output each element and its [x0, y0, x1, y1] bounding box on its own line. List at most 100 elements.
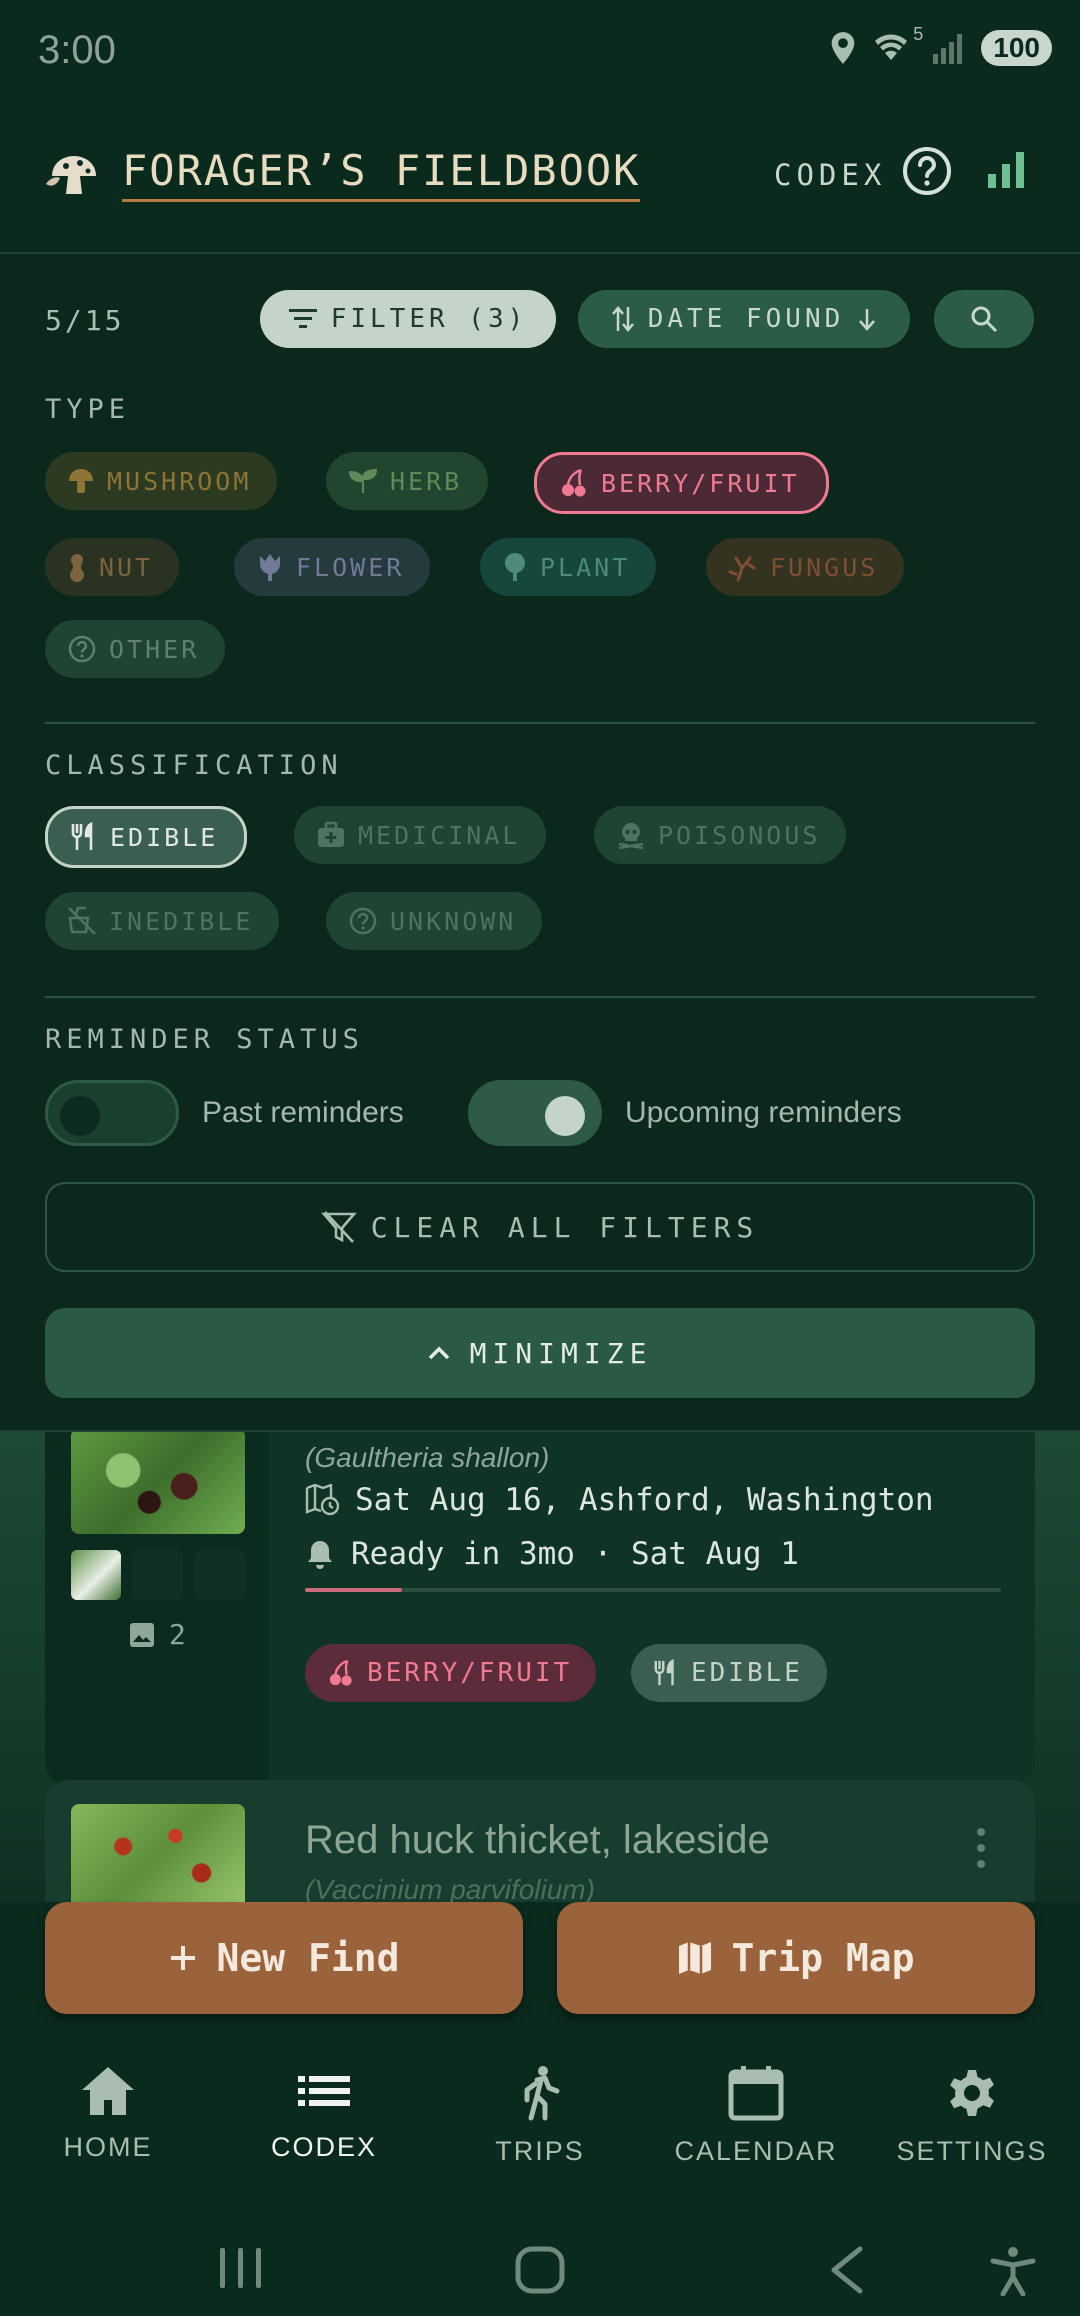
search-icon [971, 306, 998, 333]
nav-settings[interactable]: SETTINGS [864, 2064, 1080, 2167]
filter-off-icon [320, 1211, 357, 1243]
home-button-icon[interactable] [514, 2246, 566, 2298]
type-chip-other[interactable]: OTHER [45, 620, 226, 678]
help-circle-icon [68, 635, 96, 663]
find-photo-thumb [195, 1550, 245, 1600]
classification-chip-inedible[interactable]: INEDIBLE [45, 892, 280, 950]
filter-button-label: FILTER (3) [330, 304, 528, 334]
type-chip-nut[interactable]: NUT [45, 538, 180, 596]
chip-label: NUT [99, 552, 154, 582]
chip-label: EDIBLE [110, 822, 219, 852]
type-chip-flower[interactable]: FLOWER [234, 538, 431, 596]
help-circle-icon [349, 907, 377, 935]
type-chip-fungus[interactable]: FUNGUS [706, 538, 905, 596]
more-vert-icon[interactable] [973, 1826, 989, 1870]
type-chip-plant[interactable]: PLANT [480, 538, 657, 596]
app-bar: FORAGER’S FIELDBOOK CODEX [0, 104, 1080, 254]
home-icon [82, 2067, 134, 2115]
calendar-icon [728, 2066, 784, 2121]
cherries-icon [329, 1659, 352, 1686]
past-reminders-toggle[interactable] [45, 1080, 179, 1146]
section-divider [45, 722, 1035, 724]
trip-map-label: Trip Map [731, 1936, 915, 1980]
new-find-button[interactable]: New Find [45, 1902, 523, 2014]
filter-button[interactable]: FILTER (3) [260, 290, 556, 348]
accessibility-icon[interactable] [988, 2246, 1038, 2300]
past-reminders-label: Past reminders [202, 1096, 404, 1129]
reminder-section-label: REMINDER STATUS [45, 1024, 364, 1055]
stats-icon[interactable] [986, 150, 1026, 190]
filter-panel: 5/15 FILTER (3) DATE FOUND TYPE MUSHROOM… [0, 256, 1080, 1432]
sort-arrows-icon [611, 306, 634, 332]
minimize-label: MINIMIZE [469, 1336, 653, 1370]
cherries-icon [562, 468, 586, 497]
chip-label: INEDIBLE [109, 906, 254, 936]
tag-label: EDIBLE [691, 1658, 803, 1688]
chip-label: BERRY/FRUIT [601, 468, 800, 498]
wifi-badge: 5 [913, 24, 924, 44]
skull-icon [618, 823, 644, 850]
type-chip-herb[interactable]: HERB [326, 452, 489, 510]
find-tag-berry-fruit: BERRY/FRUIT [305, 1644, 597, 1702]
type-section-label: TYPE [45, 394, 131, 425]
classification-section-label: CLASSIFICATION [45, 750, 343, 781]
nav-label: TRIPS [495, 2136, 585, 2166]
upcoming-reminders-toggle[interactable] [468, 1080, 602, 1146]
plus-icon [171, 1946, 196, 1970]
new-find-label: New Find [216, 1936, 400, 1980]
find-photo-thumb[interactable] [71, 1550, 121, 1600]
search-button[interactable] [934, 290, 1034, 348]
app-title: FORAGER’S FIELDBOOK [122, 146, 641, 202]
chip-label: PLANT [540, 552, 631, 582]
recents-icon[interactable] [216, 2246, 266, 2294]
type-chip-berry-fruit[interactable]: BERRY/FRUIT [534, 452, 829, 514]
find-date-location: Sat Aug 16, Ashford, Washington [355, 1482, 934, 1518]
wifi-icon: 5 [871, 24, 923, 66]
chip-label: HERB [390, 466, 463, 496]
view-label[interactable]: CODEX [774, 158, 886, 192]
find-card[interactable]: 2 (Gaultheria shallon) Sat Aug 16, Ashfo… [45, 1432, 1035, 1786]
nav-label: CALENDAR [674, 2136, 838, 2166]
chevron-up-icon [428, 1346, 449, 1360]
trip-map-button[interactable]: Trip Map [557, 1902, 1035, 2014]
find-card[interactable]: Red huck thicket, lakeside (Vaccinium pa… [45, 1780, 1035, 1902]
classification-chip-poisonous[interactable]: POISONOUS [594, 806, 847, 864]
nav-home[interactable]: HOME [0, 2064, 216, 2163]
finds-list[interactable]: 2 (Gaultheria shallon) Sat Aug 16, Ashfo… [0, 1432, 1080, 1902]
results-counter: 5/15 [45, 304, 125, 337]
nav-label: SETTINGS [896, 2136, 1048, 2166]
chip-label: MUSHROOM [107, 466, 252, 496]
list-icon [298, 2076, 350, 2106]
sort-button[interactable]: DATE FOUND [578, 290, 910, 348]
medkit-icon [318, 821, 344, 847]
find-photo[interactable] [71, 1804, 245, 1902]
help-icon[interactable] [902, 146, 952, 196]
find-photos: 2 [45, 1432, 269, 1786]
type-chip-mushroom[interactable]: MUSHROOM [45, 452, 278, 510]
nav-trips[interactable]: TRIPS [432, 2064, 648, 2167]
minimize-button[interactable]: MINIMIZE [45, 1308, 1035, 1398]
toggle-knob [60, 1096, 100, 1136]
image-icon [130, 1622, 154, 1647]
back-icon[interactable] [826, 2246, 866, 2298]
peanut-icon [70, 554, 84, 582]
find-photo[interactable] [71, 1432, 245, 1534]
find-tag-edible: EDIBLE [631, 1644, 827, 1702]
classification-chip-edible[interactable]: EDIBLE [45, 806, 248, 868]
clear-all-filters-button[interactable]: CLEAR ALL FILTERS [45, 1182, 1035, 1272]
status-icons: 5 100 [829, 24, 1052, 66]
nav-codex[interactable]: CODEX [216, 2064, 432, 2163]
filter-lines-icon [288, 309, 317, 328]
classification-chip-medicinal[interactable]: MEDICINAL [294, 806, 547, 864]
mushroom-icon [69, 469, 93, 493]
nav-calendar[interactable]: CALENDAR [648, 2064, 864, 2167]
find-reminder: Ready in 3mo · Sat Aug 1 [305, 1536, 799, 1572]
clear-all-filters-label: CLEAR ALL FILTERS [370, 1210, 760, 1244]
section-divider [45, 996, 1035, 998]
photo-count: 2 [129, 1618, 186, 1651]
chip-label: POISONOUS [658, 820, 821, 850]
upcoming-reminders-label: Upcoming reminders [625, 1096, 902, 1129]
classification-chip-unknown[interactable]: UNKNOWN [326, 892, 543, 950]
gear-icon [950, 2070, 994, 2116]
find-name: Red huck thicket, lakeside [305, 1818, 770, 1862]
